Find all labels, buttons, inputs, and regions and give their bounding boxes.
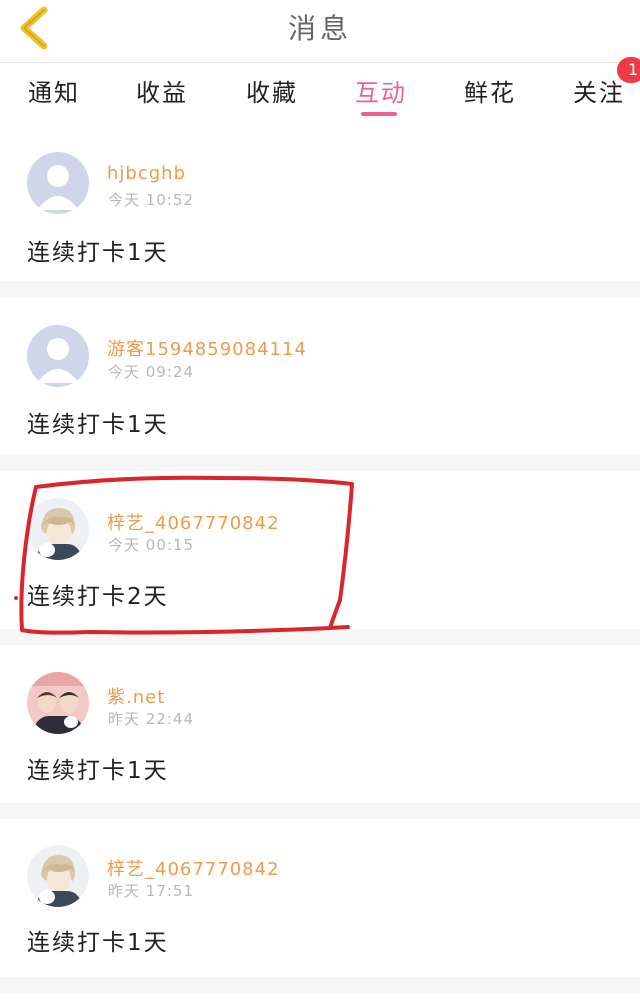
list-item[interactable]: 游客1594859084114 今天 09:24 连续打卡1天: [0, 297, 640, 455]
tab-interactions[interactable]: 互动: [355, 73, 407, 108]
divider: [0, 977, 640, 993]
avatar[interactable]: [27, 498, 89, 560]
active-tab-indicator: [361, 112, 397, 116]
default-avatar-icon: [27, 325, 89, 387]
timestamp: 昨天 22:44: [108, 710, 194, 728]
avatar[interactable]: [27, 152, 89, 214]
divider: [0, 803, 640, 819]
timestamp: 昨天 17:51: [108, 882, 194, 900]
tab-earnings[interactable]: 收益: [136, 73, 188, 108]
page-title: 消息: [287, 12, 352, 45]
photo-couple-avatar-icon: [27, 672, 89, 734]
list-item[interactable]: 梓艺_4067770842 昨天 17:51 连续打卡1天: [0, 819, 640, 977]
anime-boy-avatar-icon: [27, 498, 89, 560]
username-link[interactable]: 游客1594859084114: [107, 335, 307, 361]
username-link[interactable]: 梓艺_4067770842: [107, 855, 280, 881]
timestamp: 今天 09:24: [108, 363, 194, 381]
message-text: 连续打卡2天: [27, 584, 169, 610]
avatar[interactable]: [27, 672, 89, 734]
timestamp: 今天 10:52: [108, 191, 194, 209]
message-text: 连续打卡1天: [27, 758, 169, 784]
divider: [0, 455, 640, 471]
divider: [0, 281, 640, 297]
anime-boy-avatar-icon: [27, 845, 89, 907]
timestamp: 今天 00:15: [108, 536, 194, 554]
list-item[interactable]: hjbcghb 今天 10:52 连续打卡1天: [0, 123, 640, 281]
message-text: 连续打卡1天: [27, 412, 169, 438]
divider: [0, 629, 640, 645]
username-link[interactable]: 紫.net: [107, 683, 165, 709]
username-link[interactable]: 梓艺_4067770842: [107, 509, 280, 535]
tab-notifications[interactable]: 通知: [28, 73, 80, 108]
list-item[interactable]: 梓艺_4067770842 今天 00:15 连续打卡2天: [0, 471, 640, 629]
tab-following[interactable]: 关注: [573, 73, 625, 108]
top-bar: 消息: [0, 0, 640, 63]
username-link[interactable]: hjbcghb: [107, 163, 186, 184]
message-text: 连续打卡1天: [27, 930, 169, 956]
tab-favorites[interactable]: 收藏: [246, 73, 298, 108]
avatar[interactable]: [27, 325, 89, 387]
unread-badge: 1: [617, 57, 640, 83]
avatar[interactable]: [27, 845, 89, 907]
tab-flowers[interactable]: 鲜花: [464, 73, 516, 108]
default-avatar-icon: [27, 152, 89, 214]
list-item[interactable]: 紫.net 昨天 22:44 连续打卡1天: [0, 645, 640, 803]
tab-bar: 通知 收益 收藏 互动 鲜花 关注: [0, 63, 640, 123]
message-text: 连续打卡1天: [27, 240, 169, 266]
